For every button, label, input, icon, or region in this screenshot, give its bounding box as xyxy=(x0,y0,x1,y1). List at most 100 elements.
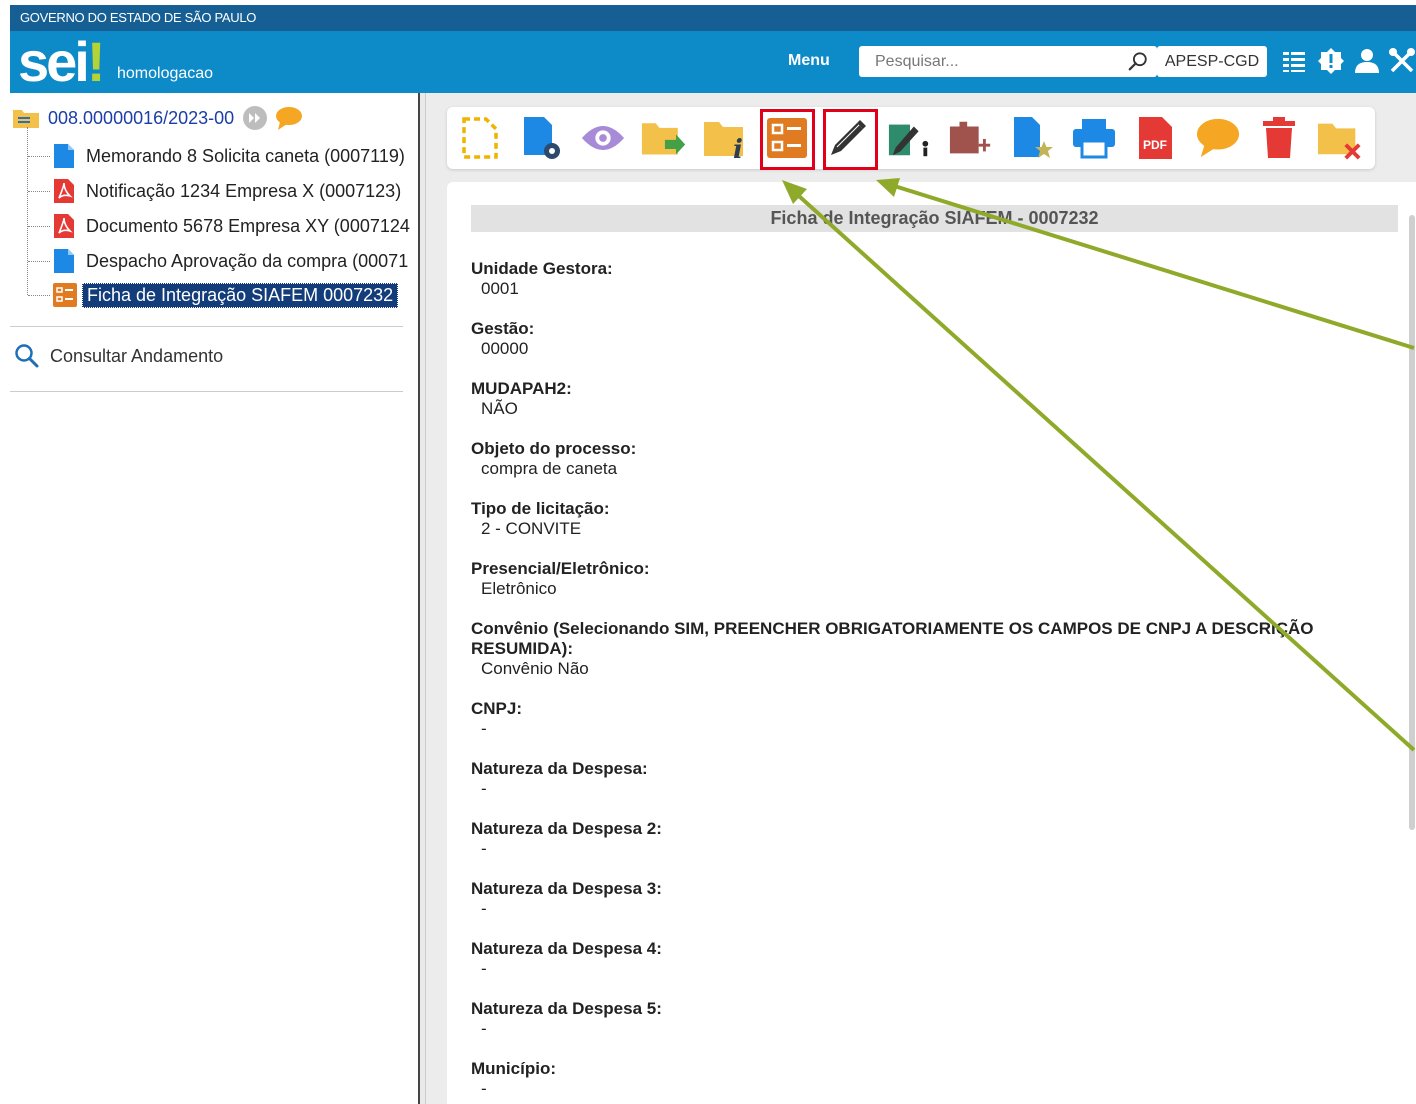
field-value: NÃO xyxy=(481,399,518,418)
field-value: - xyxy=(481,959,487,978)
search-box xyxy=(859,46,1157,77)
field-value: 2 - CONVITE xyxy=(481,519,582,538)
form-field: Natureza da Despesa 3: - xyxy=(471,879,1391,919)
comment-bubble-icon[interactable] xyxy=(274,105,304,131)
field-value: Eletrônico xyxy=(481,579,557,598)
field-value: - xyxy=(481,839,487,858)
tree-document-item-selected[interactable]: Ficha de Integração SIAFEM 0007232 xyxy=(53,280,399,310)
document-label[interactable]: Despacho Aprovação da compra (00071 xyxy=(86,251,408,272)
tree-document-item[interactable]: Notificação 1234 Empresa X (0007123) xyxy=(53,176,401,206)
form-field: Convênio (Selecionando SIM, PREENCHER OB… xyxy=(471,619,1391,679)
process-number-link[interactable]: 008.00000016/2023-00 xyxy=(48,108,234,129)
field-label: Natureza da Despesa 3: xyxy=(471,879,662,898)
form-document-icon xyxy=(53,283,77,307)
field-label: Tipo de licitação: xyxy=(471,499,610,518)
user-icon[interactable] xyxy=(1353,47,1381,75)
tree-branch xyxy=(28,191,50,192)
divider xyxy=(10,326,403,327)
document-label[interactable]: Memorando 8 Solicita caneta (0007119) xyxy=(86,146,405,167)
menu-button[interactable]: Menu xyxy=(788,52,830,70)
document-settings-icon xyxy=(524,117,560,159)
process-node[interactable]: 008.00000016/2023-00 xyxy=(12,103,304,133)
document-settings-button[interactable] xyxy=(519,115,565,161)
process-tree-panel: 008.00000016/2023-00 Memorando 8 Solicit… xyxy=(0,93,418,1104)
tree-branch xyxy=(28,261,50,262)
consult-progress-link[interactable]: Consultar Andamento xyxy=(14,343,223,369)
tree-branch xyxy=(28,226,50,227)
field-label: Natureza da Despesa 2: xyxy=(471,819,662,838)
environment-label: homologacao xyxy=(117,65,214,82)
field-label: MUDAPAH2: xyxy=(471,379,572,398)
document-label[interactable]: Documento 5678 Empresa XY (0007124 xyxy=(86,216,410,237)
form-field: Objeto do processo: compra de caneta xyxy=(471,439,1391,479)
panel-splitter[interactable] xyxy=(418,93,426,1104)
field-value: 0001 xyxy=(481,279,519,298)
form-field: MUDAPAH2: NÃO xyxy=(471,379,1391,419)
field-label: CNPJ: xyxy=(471,699,523,718)
document-title: Ficha de Integração SIAFEM - 0007232 xyxy=(471,205,1398,232)
favorite-document-button[interactable] xyxy=(1010,115,1056,161)
attach-button[interactable] xyxy=(948,115,994,161)
logo-mark: ! xyxy=(86,30,106,93)
send-process-button[interactable] xyxy=(641,115,687,161)
process-info-button[interactable]: i xyxy=(703,115,749,161)
search-icon[interactable] xyxy=(1127,51,1149,73)
consult-progress-label[interactable]: Consultar Andamento xyxy=(50,346,223,367)
send-process-icon xyxy=(641,123,686,155)
pdf-button[interactable]: PDF xyxy=(1133,115,1179,161)
form-field: Unidade Gestora: 0001 xyxy=(471,259,1391,299)
field-label: Convênio (Selecionando SIM, PREENCHER OB… xyxy=(471,619,1314,658)
close-process-button[interactable] xyxy=(1317,115,1363,161)
divider xyxy=(10,391,403,392)
tree-branch xyxy=(28,295,50,296)
comment-button[interactable] xyxy=(1195,115,1241,161)
field-label: Natureza da Despesa: xyxy=(471,759,648,778)
fast-forward-icon[interactable] xyxy=(242,105,268,131)
form-field: CNPJ: - xyxy=(471,699,1391,739)
field-label: Gestão: xyxy=(471,319,535,338)
form-field: Município: - xyxy=(471,1059,1391,1099)
tree-document-item[interactable]: Memorando 8 Solicita caneta (0007119) xyxy=(53,141,405,171)
government-bar: GOVERNO DO ESTADO DE SÃO PAULO xyxy=(10,5,1416,31)
alert-icon[interactable] xyxy=(1317,47,1345,75)
attach-icon xyxy=(949,121,991,154)
new-document-button[interactable] xyxy=(457,115,503,161)
view-button[interactable] xyxy=(580,115,626,161)
tree-document-item[interactable]: Despacho Aprovação da compra (00071 xyxy=(53,246,408,276)
comment-icon xyxy=(1196,118,1240,158)
field-label: Município: xyxy=(471,1059,556,1078)
tree-document-item[interactable]: Documento 5678 Empresa XY (0007124 xyxy=(53,211,410,241)
form-field: Gestão: 00000 xyxy=(471,319,1391,359)
highlight-form-button xyxy=(760,109,815,170)
delete-button[interactable] xyxy=(1256,115,1302,161)
tree-line xyxy=(27,127,28,295)
field-value: compra de caneta xyxy=(481,459,618,478)
vertical-scrollbar[interactable] xyxy=(1409,215,1415,830)
print-button[interactable] xyxy=(1071,115,1117,161)
process-info-icon: i xyxy=(704,122,743,160)
field-label: Natureza da Despesa 5: xyxy=(471,999,662,1018)
document-label[interactable]: Notificação 1234 Empresa X (0007123) xyxy=(86,181,401,202)
form-field: Tipo de licitação: 2 - CONVITE xyxy=(471,499,1391,539)
document-label[interactable]: Ficha de Integração SIAFEM 0007232 xyxy=(82,282,399,308)
field-value: 00000 xyxy=(481,339,529,358)
field-value: - xyxy=(481,719,487,738)
new-document-icon xyxy=(462,117,498,159)
internal-document-icon xyxy=(54,249,74,273)
list-icon[interactable] xyxy=(1281,47,1309,75)
delete-icon xyxy=(1263,117,1295,158)
svg-text:i: i xyxy=(733,135,743,160)
sei-logo[interactable]: sei! xyxy=(18,30,106,93)
field-label: Objeto do processo: xyxy=(471,439,637,458)
highlight-edit-button xyxy=(823,109,878,170)
sign-button[interactable] xyxy=(887,115,933,161)
app-header: sei! homologacao Menu APESP-CGD xyxy=(10,31,1416,93)
pdf-document-icon xyxy=(54,214,74,238)
favorite-document-icon xyxy=(1014,117,1053,158)
search-input[interactable] xyxy=(859,46,1114,77)
tools-icon[interactable] xyxy=(1388,47,1416,75)
unit-selector[interactable]: APESP-CGD xyxy=(1157,46,1267,77)
folder-icon xyxy=(13,110,39,128)
sign-icon xyxy=(888,124,929,157)
view-icon xyxy=(581,126,625,150)
